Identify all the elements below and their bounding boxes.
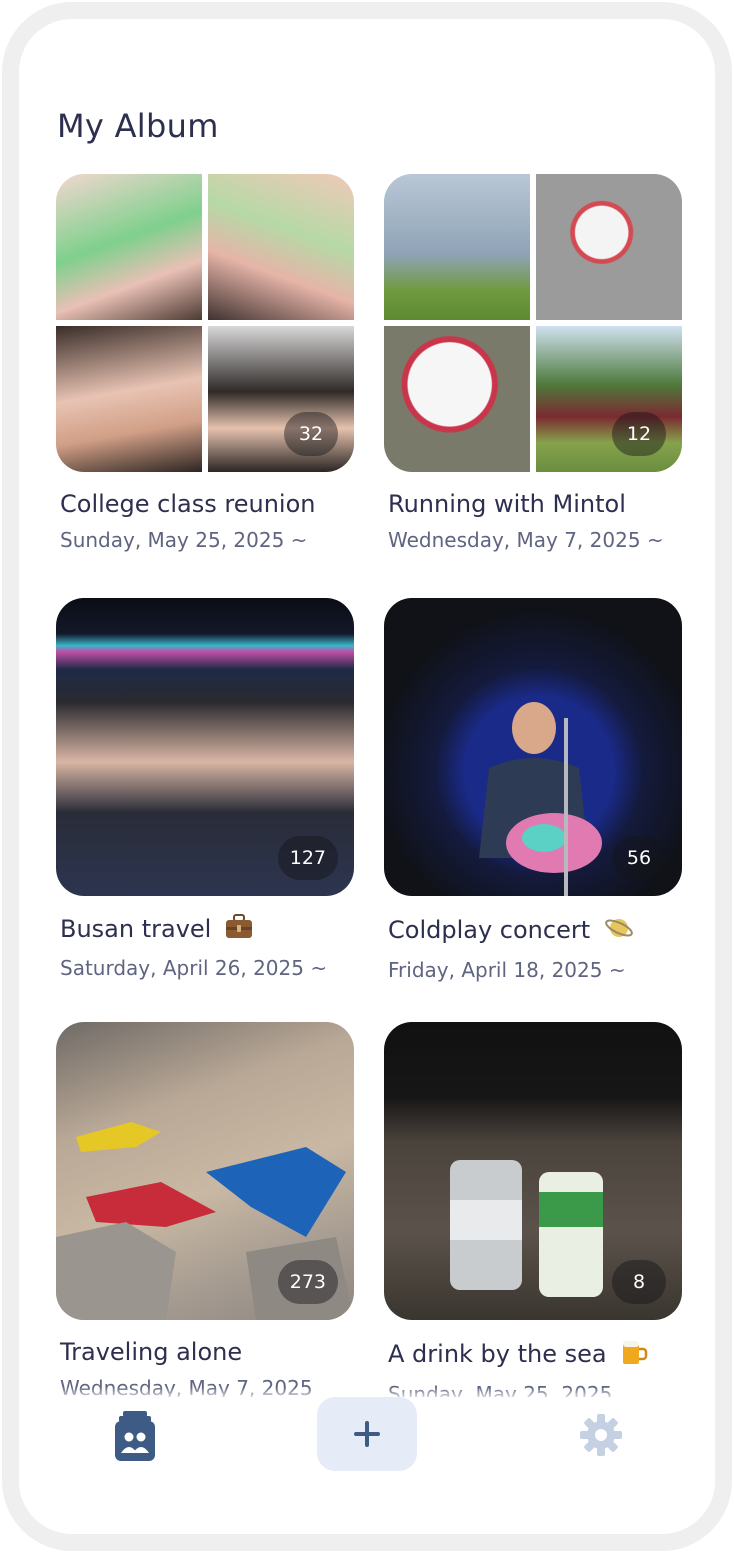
- album-title-row: Coldplay concert: [388, 914, 682, 948]
- photo-thumbnail: [384, 174, 530, 320]
- photo-thumbnail: [208, 326, 354, 472]
- album-date: Sunday, May 25, 2025 ~: [60, 528, 308, 552]
- album-cover-photo: 8: [384, 1022, 682, 1320]
- album-card[interactable]: 273 Traveling alone Wednesday, May 7, 20…: [56, 1022, 354, 1400]
- album-title: Coldplay concert: [388, 916, 591, 944]
- photo-thumbnail: [208, 174, 354, 320]
- settings-gear-icon[interactable]: [579, 1413, 623, 1457]
- album-title-row: Busan travel: [60, 914, 354, 946]
- album-date: Friday, April 18, 2025 ~: [388, 958, 626, 982]
- planet-icon: [604, 914, 634, 948]
- bottom-tab-bar: [19, 1397, 715, 1517]
- album-title: Traveling alone: [60, 1338, 243, 1366]
- album-card[interactable]: 8 A drink by the sea Sunday, May 25, 202…: [384, 1022, 682, 1406]
- plus-icon: [354, 1421, 380, 1447]
- album-cover-photo: 273: [56, 1022, 354, 1320]
- add-album-button[interactable]: [317, 1397, 417, 1471]
- photo-count-badge: 12: [612, 412, 666, 456]
- photo-count-badge: 273: [277, 1260, 338, 1304]
- albums-tab-icon[interactable]: [115, 1411, 155, 1461]
- photo-thumbnail: [536, 174, 682, 320]
- album-cover-collage: 12: [384, 174, 682, 472]
- phone-screen: My Album 32 College class reunion Sunday…: [2, 2, 732, 1551]
- photo-count-badge: 56: [612, 836, 666, 880]
- album-title: Busan travel: [60, 915, 212, 943]
- beer-mug-icon: [620, 1338, 648, 1372]
- album-card[interactable]: 12 Running with Mintol Wednesday, May 7,…: [384, 174, 682, 552]
- album-title: Running with Mintol: [388, 490, 626, 518]
- album-date: Saturday, April 26, 2025 ~: [60, 956, 328, 980]
- album-cover-photo: 127: [56, 598, 354, 896]
- album-cover-collage: 32: [56, 174, 354, 472]
- album-card[interactable]: 56 Coldplay concert Friday, April 18, 20…: [384, 598, 682, 982]
- page-title: My Album: [57, 107, 219, 145]
- photo-thumbnail: [56, 174, 202, 320]
- album-title: A drink by the sea: [388, 1340, 607, 1368]
- album-cover-photo: 56: [384, 598, 682, 896]
- photo-thumbnail: [384, 326, 530, 472]
- photo-thumbnail: [56, 326, 202, 472]
- album-card[interactable]: 32 College class reunion Sunday, May 25,…: [56, 174, 354, 552]
- album-card[interactable]: 127 Busan travel Saturday, April 26, 202…: [56, 598, 354, 980]
- photo-count-badge: 127: [277, 836, 338, 880]
- album-date: Wednesday, May 7, 2025 ~: [388, 528, 664, 552]
- photo-count-badge: 32: [284, 412, 338, 456]
- photo-count-badge: 8: [612, 1260, 666, 1304]
- album-title: College class reunion: [60, 490, 316, 518]
- suitcase-icon: [225, 914, 253, 946]
- photo-thumbnail: [536, 326, 682, 472]
- album-title-row: A drink by the sea: [388, 1338, 682, 1372]
